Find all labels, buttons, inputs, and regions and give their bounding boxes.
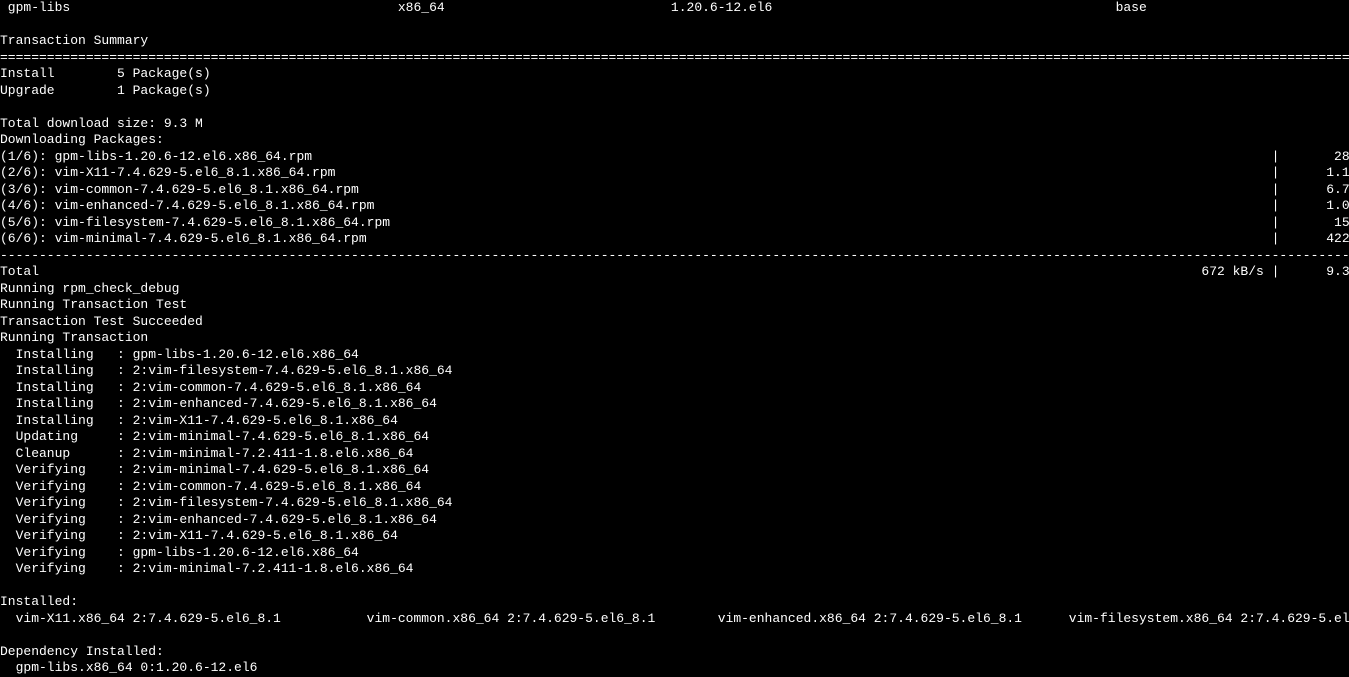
terminal-output: gpm-libs x86_64 1.20.6-12.el6 base 28 k … bbox=[0, 0, 1349, 677]
